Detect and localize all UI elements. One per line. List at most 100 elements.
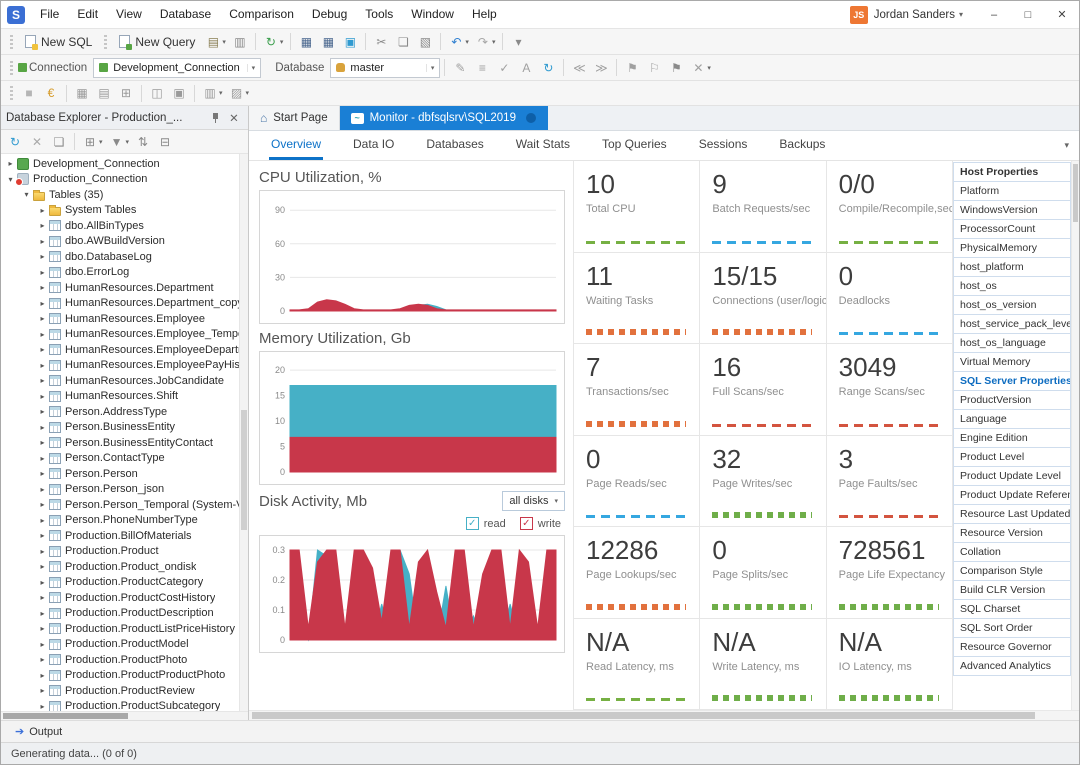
doc-tab-home[interactable]: ⌂Start Page xyxy=(249,106,340,130)
tab-wait-stats[interactable]: Wait Stats xyxy=(514,131,572,160)
tab-overflow-caret-icon[interactable]: ▾ xyxy=(1054,140,1079,151)
tree-item[interactable]: ▸dbo.AWBuildVersion xyxy=(1,234,239,250)
write-checkbox-item[interactable]: ✓ write xyxy=(520,517,561,530)
tab-data-io[interactable]: Data IO xyxy=(351,131,396,160)
property-item[interactable]: ProductVersion xyxy=(953,390,1071,410)
property-item[interactable]: host_service_pack_level xyxy=(953,314,1071,334)
validate-icon[interactable]: ✓ xyxy=(493,58,515,78)
tree-item[interactable]: ▸dbo.ErrorLog xyxy=(1,265,239,281)
expand-arrow-icon[interactable]: ▸ xyxy=(37,485,48,494)
show-objects-icon[interactable]: ⊞▾ xyxy=(79,132,106,152)
new-sql-button[interactable]: New SQL xyxy=(18,33,99,51)
refresh-icon[interactable]: ↻ xyxy=(4,132,26,152)
tree-item[interactable]: ▸HumanResources.Employee_Temporal xyxy=(1,327,239,343)
menu-tools[interactable]: Tools xyxy=(356,1,402,28)
property-item[interactable]: host_os_language xyxy=(953,333,1071,353)
expand-arrow-icon[interactable]: ▸ xyxy=(37,252,48,261)
schema-compare-icon[interactable]: ▦ xyxy=(71,83,93,103)
options-icon[interactable]: ▨▾ xyxy=(226,83,253,103)
menu-debug[interactable]: Debug xyxy=(303,1,356,28)
property-item[interactable]: ProcessorCount xyxy=(953,219,1071,239)
tree-item[interactable]: ▸Production.ProductListPriceHistory xyxy=(1,621,239,637)
toolbar-grip[interactable] xyxy=(10,61,13,75)
tree-item[interactable]: ▸Person.ContactType xyxy=(1,451,239,467)
property-item[interactable]: Engine Edition xyxy=(953,428,1071,448)
expand-arrow-icon[interactable]: ▸ xyxy=(37,407,48,416)
tree-item[interactable]: ▾Tables (35) xyxy=(1,187,239,203)
expand-arrow-icon[interactable]: ▸ xyxy=(37,702,48,711)
toolbar-grip[interactable] xyxy=(10,86,13,100)
tree-item[interactable]: ▸HumanResources.EmployeePayHistor xyxy=(1,358,239,374)
tree-item[interactable]: ▸HumanResources.Department xyxy=(1,280,239,296)
expand-arrow-icon[interactable]: ▸ xyxy=(37,206,48,215)
expand-arrow-icon[interactable]: ▸ xyxy=(37,655,48,664)
grid-icon[interactable]: ⊞ xyxy=(115,83,137,103)
tree-item[interactable]: ▸HumanResources.JobCandidate xyxy=(1,373,239,389)
tree-item[interactable]: ▸Production.ProductPhoto xyxy=(1,652,239,668)
edit-icon[interactable]: ✎ xyxy=(449,58,471,78)
new-document-icon[interactable]: ▤▾ xyxy=(202,32,229,52)
property-item[interactable]: Resource Last Updated xyxy=(953,504,1071,524)
expand-arrow-icon[interactable]: ▸ xyxy=(37,283,48,292)
property-item[interactable]: Language xyxy=(953,409,1071,429)
save-all-icon[interactable]: ▦ xyxy=(317,32,339,52)
save-icon[interactable]: ▦ xyxy=(295,32,317,52)
tree-item[interactable]: ▸Production.BillOfMaterials xyxy=(1,528,239,544)
doc-tab-monitor[interactable]: ~Monitor - dbfsqlsrv\SQL2019 xyxy=(340,106,548,130)
property-item[interactable]: Product Update Level xyxy=(953,466,1071,486)
scrollbar-thumb[interactable] xyxy=(241,410,247,530)
combo-caret-icon[interactable]: ▾ xyxy=(426,64,435,72)
property-item[interactable]: Resource Version xyxy=(953,523,1071,543)
property-item[interactable]: Product Level xyxy=(953,447,1071,467)
menu-edit[interactable]: Edit xyxy=(68,1,107,28)
outdent-icon[interactable]: ≪ xyxy=(568,58,590,78)
connection-select[interactable]: Development_Connection ▾ xyxy=(93,58,261,78)
beautify-icon[interactable]: ≡ xyxy=(471,58,493,78)
expand-arrow-icon[interactable]: ▸ xyxy=(37,500,48,509)
property-item[interactable]: Virtual Memory xyxy=(953,352,1071,372)
scrollbar-thumb[interactable] xyxy=(252,712,1035,719)
combo-caret-icon[interactable]: ▾ xyxy=(247,64,256,72)
scrollbar-thumb[interactable] xyxy=(1073,164,1078,222)
property-item[interactable]: host_platform xyxy=(953,257,1071,277)
user-avatar[interactable]: JS xyxy=(850,6,868,24)
expand-arrow-icon[interactable]: ▸ xyxy=(37,469,48,478)
expand-arrow-icon[interactable]: ▸ xyxy=(37,376,48,385)
expand-arrow-icon[interactable]: ▸ xyxy=(37,268,48,277)
expand-arrow-icon[interactable]: ▸ xyxy=(37,547,48,556)
tree-item[interactable]: ▸Person.AddressType xyxy=(1,404,239,420)
property-item[interactable]: SQL Charset xyxy=(953,599,1071,619)
redo-icon[interactable]: ↷▾ xyxy=(472,32,499,52)
scrollbar-thumb[interactable] xyxy=(3,713,128,719)
tab-top-queries[interactable]: Top Queries xyxy=(600,131,669,160)
database-select[interactable]: master ▾ xyxy=(330,58,440,78)
sort-icon[interactable]: ⇅ xyxy=(132,132,154,152)
tree-item[interactable]: ▸Person.BusinessEntityContact xyxy=(1,435,239,451)
layout-icon[interactable]: ▥▾ xyxy=(199,83,226,103)
expand-arrow-icon[interactable]: ▸ xyxy=(5,159,16,168)
expand-arrow-icon[interactable]: ▸ xyxy=(37,686,48,695)
menu-view[interactable]: View xyxy=(107,1,151,28)
menu-window[interactable]: Window xyxy=(402,1,463,28)
stop-icon[interactable]: ■ xyxy=(18,83,40,103)
bookmark-icon[interactable]: ⚑ xyxy=(621,58,643,78)
undo-icon[interactable]: ↶▾ xyxy=(445,32,472,52)
expand-arrow-icon[interactable]: ▸ xyxy=(37,299,48,308)
copy-icon[interactable]: ❏ xyxy=(392,32,414,52)
tree-item[interactable]: ▸Production.Product xyxy=(1,544,239,560)
expand-arrow-icon[interactable]: ▸ xyxy=(37,624,48,633)
combo-caret-icon[interactable]: ▾ xyxy=(554,497,558,505)
menu-file[interactable]: File xyxy=(31,1,68,28)
expand-arrow-icon[interactable]: ▸ xyxy=(37,671,48,680)
close-button[interactable]: ✕ xyxy=(1045,1,1079,28)
tree-item[interactable]: ▸HumanResources.EmployeeDepartme xyxy=(1,342,239,358)
tree-item[interactable]: ▸Production.ProductSubcategory xyxy=(1,699,239,712)
refresh-icon[interactable]: ↻▾ xyxy=(260,32,287,52)
user-menu-caret-icon[interactable]: ▾ xyxy=(959,10,963,19)
property-item[interactable]: PhysicalMemory xyxy=(953,238,1071,258)
expand-arrow-icon[interactable]: ▸ xyxy=(37,516,48,525)
expand-arrow-icon[interactable]: ▸ xyxy=(37,562,48,571)
new-query-button[interactable]: New Query xyxy=(112,33,202,51)
expand-arrow-icon[interactable]: ▸ xyxy=(37,392,48,401)
tree-item[interactable]: ▸Production.ProductProductPhoto xyxy=(1,668,239,684)
